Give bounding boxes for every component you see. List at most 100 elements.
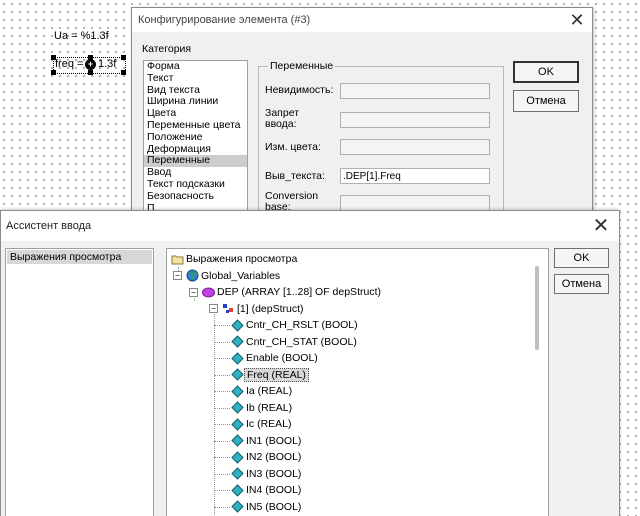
config-dialog-titlebar[interactable]: Конфигурирование элемента (#3) ✕ (132, 8, 592, 32)
var-icon (231, 418, 244, 431)
category-item-watch-expressions[interactable]: Выражения просмотра (7, 250, 152, 264)
tree-connector-line (214, 457, 230, 458)
category-item[interactable]: Безопасность (144, 190, 247, 203)
tree-item[interactable]: − [1] (depStruct) (209, 301, 306, 317)
tree-item-label: [1] (depStruct) (237, 302, 304, 315)
tree-connector-line (214, 325, 230, 326)
tree-item[interactable]: Cntr_CH_RSLT (BOOL) (231, 317, 360, 333)
tree-item-label: Ia (REAL) (246, 385, 293, 397)
resize-handle-icon[interactable] (88, 70, 93, 75)
resize-handle-icon[interactable] (51, 55, 56, 60)
var-icon (231, 401, 244, 414)
tree-connector-line (214, 407, 230, 409)
move-handle-icon[interactable]: + (85, 59, 96, 70)
tree-item[interactable]: Cntr_CH_STAT (BOOL) (231, 334, 359, 350)
tree-item[interactable]: Ib (REAL) (231, 400, 294, 416)
tree-item[interactable]: Ic (REAL) (231, 416, 294, 432)
tree-item[interactable]: Выражения просмотра (171, 251, 299, 267)
input-assistant-dialog: Ассистент ввода ✕ Выражения просмотра Вы… (0, 210, 620, 516)
tree-item[interactable]: Enable (BOOL) (231, 350, 320, 366)
cancel-button[interactable]: Отмена (513, 90, 579, 112)
var-icon (231, 319, 244, 332)
category-item[interactable]: Текст (144, 72, 247, 85)
tree-item-label: Ic (REAL) (246, 418, 292, 430)
input-disable-input[interactable] (340, 112, 490, 128)
input-assistant-titlebar[interactable]: Ассистент ввода ✕ (1, 211, 619, 241)
collapse-icon[interactable]: − (209, 304, 218, 314)
collapse-icon[interactable]: − (173, 271, 182, 281)
tree-item[interactable]: Freq (REAL) (231, 367, 309, 383)
scrollbar-thumb[interactable] (535, 266, 539, 350)
tree-item-label: IN1 (BOOL) (246, 434, 302, 447)
tree-item[interactable]: Ia (REAL) (231, 383, 294, 399)
tree-connector-line (214, 440, 230, 442)
tree-connector-line (214, 307, 215, 516)
resize-handle-icon[interactable] (88, 55, 93, 60)
tree-connector-line (214, 424, 230, 425)
tree-item[interactable]: IN4 (BOOL) (231, 482, 303, 498)
field-label-input-disable: Запрет ввода: (265, 107, 300, 130)
category-pane[interactable]: Выражения просмотра (5, 248, 154, 516)
resize-handle-icon[interactable] (121, 55, 126, 60)
tree-item-label: IN2 (BOOL) (246, 451, 302, 463)
var-icon (231, 368, 244, 381)
close-icon[interactable]: ✕ (562, 9, 592, 31)
tree-item-label: Cntr_CH_RSLT (BOOL) (246, 319, 358, 331)
var-icon (231, 434, 244, 447)
resize-handle-icon[interactable] (51, 70, 56, 75)
tree-item-label: Freq (REAL) (244, 367, 309, 382)
text-output-input[interactable]: .DEP[1].Freq (340, 168, 490, 184)
input-assistant-title: Ассистент ввода (6, 220, 92, 232)
field-label-invisibility: Невидимость: (265, 84, 334, 96)
tree-item[interactable]: IN5 (BOOL) (231, 499, 303, 515)
config-dialog-title: Конфигурирование элемента (#3) (138, 14, 311, 26)
struct-icon (202, 287, 215, 298)
canvas-label-freq-left: freq = (55, 58, 84, 70)
tree-item-label: Enable (BOOL) (246, 352, 318, 364)
cancel-button[interactable]: Отмена (554, 274, 609, 294)
category-item[interactable]: Положение (144, 131, 247, 144)
category-list[interactable]: Форма Текст Вид текста Ширина линии Цвета Пер… (143, 60, 248, 218)
collapse-icon[interactable]: − (189, 287, 198, 297)
tree-connector-line (214, 358, 230, 359)
tree-connector-line (214, 374, 230, 376)
canvas-label-ua[interactable]: Ua = %1.3f (54, 30, 109, 42)
close-icon[interactable]: ✕ (583, 215, 619, 237)
tree-item-label: IN3 (BOOL) (246, 467, 302, 480)
tree-item[interactable]: − Global_Variables (173, 268, 282, 284)
tree-connector-line (214, 490, 230, 491)
tree-connector-line (214, 391, 230, 392)
conversion-base-input[interactable] (340, 195, 490, 211)
config-dialog: Конфигурирование элемента (#3) ✕ Категор… (131, 7, 593, 219)
category-item[interactable]: Переменные цвета (144, 119, 247, 132)
struct-small-icon (223, 304, 233, 314)
tree-item-label: IN4 (BOOL) (246, 484, 302, 496)
tree-item[interactable]: IN3 (BOOL) (231, 466, 303, 482)
tree-connector-line (214, 473, 230, 475)
var-icon (231, 385, 244, 398)
tree-item-label: Ib (REAL) (246, 401, 293, 414)
resize-handle-icon[interactable] (121, 70, 126, 75)
tree-item[interactable]: IN1 (BOOL) (231, 433, 303, 449)
var-icon (231, 467, 244, 480)
tree-connector-line (214, 341, 230, 343)
var-icon (231, 352, 244, 365)
folder-icon (171, 255, 184, 265)
var-icon (231, 500, 244, 513)
variables-group-title: Переменные (268, 60, 336, 72)
tree-item-label: Cntr_CH_STAT (BOOL) (246, 335, 357, 348)
variable-tree[interactable]: Выражения просмотра − Global_Variables − DEP… (166, 248, 549, 516)
tree-item-label: IN5 (BOOL) (246, 500, 302, 513)
color-change-input[interactable] (340, 139, 490, 155)
tree-item-label: Выражения просмотра (186, 253, 298, 265)
tree-item[interactable]: IN2 (BOOL) (231, 449, 303, 465)
canvas-label-freq-right: 1.3f (98, 58, 117, 70)
category-item[interactable]: Текст подсказки (144, 178, 247, 191)
tree-connector-line (214, 506, 230, 508)
ok-button[interactable]: OK (554, 248, 609, 268)
var-icon (231, 484, 244, 497)
ok-button[interactable]: OK (513, 61, 579, 83)
invisibility-input[interactable] (340, 83, 490, 99)
field-label-color-change: Изм. цвета: (265, 141, 321, 153)
tree-item[interactable]: − DEP (ARRAY [1..28] OF depStruct) (189, 284, 383, 300)
